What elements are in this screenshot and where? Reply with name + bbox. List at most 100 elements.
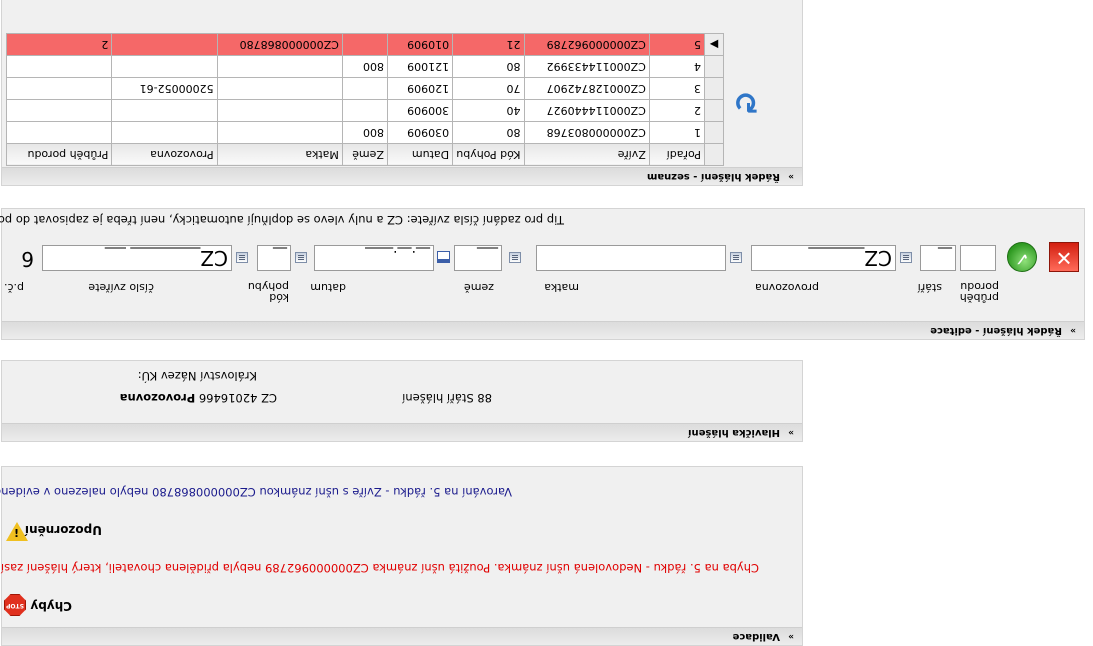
cell-poradi: 4 <box>649 55 705 78</box>
edit-panel: » Řádek hlášení - editace p.č. číslo zvíř… <box>0 208 1085 340</box>
row-header-cell <box>704 143 724 166</box>
label-matka: matka <box>544 281 579 294</box>
warning-message[interactable]: Varování na 5. řádku - Zvíře s ušní znám… <box>0 485 512 499</box>
stari-field[interactable]: __ <box>920 245 956 271</box>
label-zvire: číslo zvířete <box>88 281 154 294</box>
chevron-collapse-icon[interactable]: » <box>784 167 794 184</box>
cell-kod: 80 <box>452 55 525 78</box>
refresh-icon[interactable]: ↻ <box>730 84 762 119</box>
cell-poradi: 5 <box>649 33 705 56</box>
chevron-collapse-icon[interactable]: » <box>784 627 794 644</box>
cell-provozovna <box>111 33 218 56</box>
cell-matka <box>217 99 343 122</box>
zvire-field[interactable]: CZ__________ ___ <box>42 245 232 271</box>
validation-panel-header[interactable]: » Validace <box>2 627 802 645</box>
close-icon: ✕ <box>1055 246 1073 270</box>
cell-poradi: 2 <box>649 99 705 122</box>
label-pc: p.č. <box>3 281 24 294</box>
provozovna-info: CZ 42016466 Provozovna <box>119 391 277 405</box>
row-header-cell[interactable] <box>704 99 724 122</box>
report-rows-table: Pořadí Zvíře Kód Pohybu Datum Země Matka… <box>6 33 724 166</box>
label-stari: stáří <box>917 281 942 294</box>
cell-zeme <box>342 99 388 122</box>
cell-zeme: 800 <box>342 55 388 78</box>
cell-kod: 80 <box>452 121 525 144</box>
col-header[interactable]: Provozovna <box>111 143 218 166</box>
col-header[interactable]: Matka <box>217 143 343 166</box>
col-header[interactable]: Pořadí <box>649 143 705 166</box>
cell-matka <box>217 77 343 100</box>
cell-matka <box>217 55 343 78</box>
col-header[interactable]: Kód Pohybu <box>452 143 525 166</box>
cell-zeme <box>342 77 388 100</box>
table-row[interactable]: 1 CZ000000803768 80 030909 800 <box>6 121 724 144</box>
cell-poradi: 1 <box>649 121 705 144</box>
label-zeme: země <box>463 281 494 294</box>
cell-zvire: CZ000114440927 <box>524 99 650 122</box>
prubeh-porodu-field[interactable] <box>960 245 996 271</box>
lookup-kod-icon[interactable] <box>295 252 307 263</box>
cell-datum: 030909 <box>387 121 453 144</box>
lookup-zvire-icon[interactable] <box>236 252 248 263</box>
cancel-button[interactable]: ✕ <box>1049 242 1079 272</box>
cell-porod <box>6 77 112 100</box>
col-header[interactable]: Průběh porodu <box>6 143 112 166</box>
confirm-button[interactable]: ✓ <box>1007 242 1037 272</box>
cell-kod: 40 <box>452 99 525 122</box>
cell-datum: 010909 <box>387 33 453 56</box>
label-datum: datum <box>310 281 346 294</box>
cell-provozovna <box>111 99 218 122</box>
cell-matka: CZ000000868780 <box>217 33 343 56</box>
edit-panel-header[interactable]: » Řádek hlášení - editace <box>2 321 1084 339</box>
lookup-provozovna-icon[interactable] <box>900 252 912 263</box>
col-header[interactable]: Zvíře <box>524 143 650 166</box>
tip-text: Tip pro zadání čísla zvířete: CZ a nuly … <box>0 213 564 227</box>
header-panel-title: Hlavička hlášení <box>688 427 780 438</box>
errors-title: Chyby <box>30 599 72 613</box>
lookup-zeme-icon[interactable] <box>509 252 521 263</box>
col-header[interactable]: Země <box>342 143 388 166</box>
row-header-cell[interactable] <box>704 77 724 100</box>
zeme-field[interactable]: ___ <box>454 245 502 271</box>
list-panel-header[interactable]: » Řádek hlášení - seznam <box>2 167 802 185</box>
kod-pohybu-field[interactable]: __ <box>257 245 291 271</box>
pc-field[interactable]: 6 <box>7 245 37 271</box>
table-row[interactable]: 2 CZ000114440927 40 300909 <box>6 99 724 122</box>
table-row[interactable]: 4 CZ000114433992 80 121009 800 <box>6 55 724 78</box>
cell-datum: 121009 <box>387 55 453 78</box>
rotated-screen: » Validace STOP Chyby Chyba na 5. řádku -… <box>0 0 1093 646</box>
table-row-selected[interactable]: ▶ 5 CZ000000962789 21 010909 CZ000000868… <box>6 33 724 56</box>
checkmark-icon: ✓ <box>1014 248 1030 269</box>
cell-zvire: CZ000000803768 <box>524 121 650 144</box>
chevron-collapse-icon[interactable]: » <box>1066 321 1076 338</box>
stop-icon: STOP <box>4 594 26 616</box>
table-row[interactable]: 3 CZ000128742907 70 120909 52000052-61 <box>6 77 724 100</box>
list-panel-title: Řádek hlášení - seznam <box>646 171 780 182</box>
calendar-icon[interactable] <box>437 251 450 263</box>
col-header[interactable]: Datum <box>387 143 453 166</box>
datum-field[interactable]: __.__.____ <box>314 245 434 271</box>
lookup-matka-icon[interactable] <box>730 252 742 263</box>
error-message[interactable]: Chyba na 5. řádku - Nedovolená ušní znám… <box>0 561 759 575</box>
provozovna-field[interactable]: CZ________ <box>751 245 896 271</box>
chevron-collapse-icon[interactable]: » <box>784 423 794 440</box>
nazev-ku-info: Království Název KÚ: <box>137 369 257 383</box>
matka-field[interactable] <box>536 245 726 271</box>
cell-porod <box>6 99 112 122</box>
cell-poradi: 3 <box>649 77 705 100</box>
cell-provozovna <box>111 121 218 144</box>
label-provozovna: provozovna <box>755 281 819 294</box>
header-panel-header[interactable]: » Hlavička hlášení <box>2 423 802 441</box>
cell-zvire: CZ000000962789 <box>524 33 650 56</box>
cell-zvire: CZ000114433992 <box>524 55 650 78</box>
cell-porod: 2 <box>6 33 112 56</box>
selected-row-marker-icon[interactable]: ▶ <box>704 33 724 56</box>
edit-panel-title: Řádek hlášení - editace <box>930 325 1062 336</box>
cell-provozovna: 52000052-61 <box>111 77 218 100</box>
cell-kod: 21 <box>452 33 525 56</box>
label-porod: průběh porodu <box>959 280 999 304</box>
header-panel: » Hlavička hlášení CZ 42016466 Provozovna… <box>1 360 803 442</box>
row-header-cell[interactable] <box>704 55 724 78</box>
cell-zvire: CZ000128742907 <box>524 77 650 100</box>
row-header-cell[interactable] <box>704 121 724 144</box>
